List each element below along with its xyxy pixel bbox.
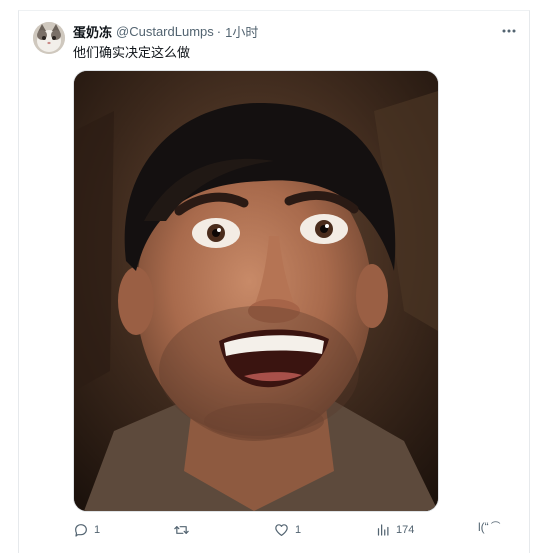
retweet-button[interactable] (173, 520, 195, 540)
separator-dot: · (216, 23, 222, 39)
timestamp[interactable]: 1小时 (225, 22, 258, 41)
views-button[interactable]: 174 (376, 520, 414, 540)
cat-avatar-image (33, 22, 65, 54)
face-photo (74, 71, 438, 511)
more-horizontal-icon[interactable] (500, 24, 518, 38)
retweet-icon (174, 526, 189, 534)
tweet-media-image[interactable] (73, 70, 439, 512)
corner-watermark: l(“ ͡ (478, 520, 492, 534)
author-handle[interactable]: @CustardLumps (116, 24, 214, 39)
tweet-header: 蛋奶冻 @CustardLumps · 1小时 (73, 22, 258, 40)
tweet-text: 他们确实决定这么做 (73, 45, 191, 60)
avatar[interactable] (33, 22, 65, 54)
author-name[interactable]: 蛋奶冻 (73, 22, 112, 41)
views-count: 174 (396, 524, 415, 536)
reply-icon (75, 524, 87, 537)
views-icon (377, 524, 389, 536)
like-button[interactable]: 1 (273, 520, 301, 540)
reply-button[interactable]: 1 (73, 520, 100, 540)
heart-icon (275, 524, 288, 536)
like-count: 1 (295, 524, 302, 536)
reply-count: 1 (94, 524, 101, 536)
tweet-actions: 1 1 174 (73, 520, 523, 540)
